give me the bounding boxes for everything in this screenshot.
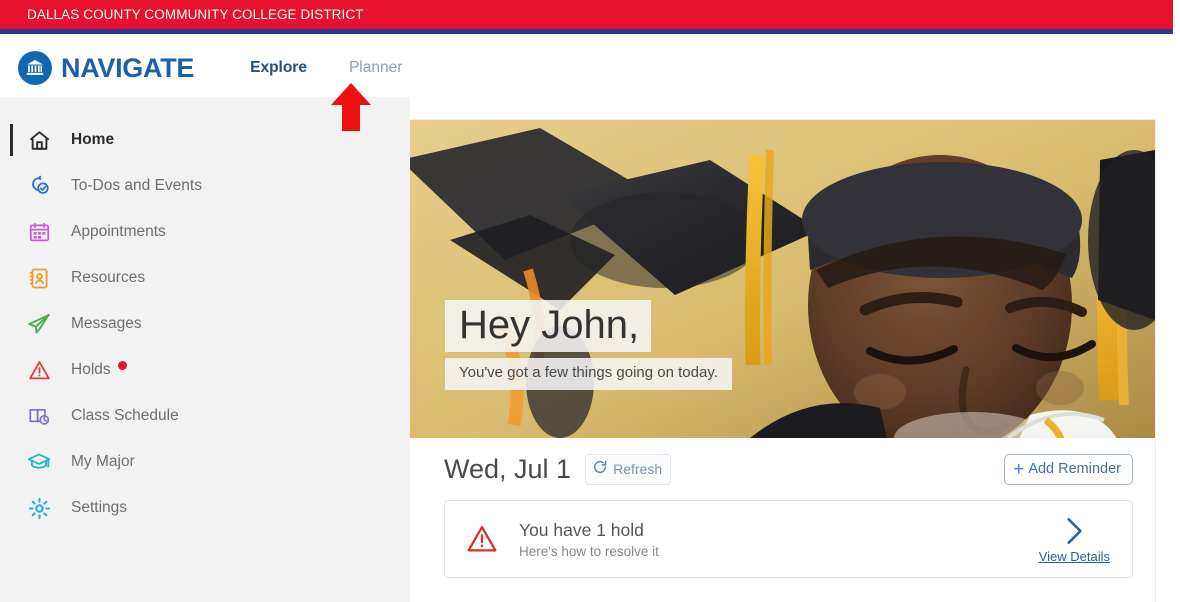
sidebar-item-label: To-Dos and Events [71,177,202,195]
paper-plane-icon [24,309,54,339]
current-date-label: Wed, Jul 1 [444,454,571,485]
sidebar-item-label: Holds [71,361,127,379]
sidebar-item-home[interactable]: Home [0,117,410,163]
greeting-secondary: You've got a few things going on today. [445,358,732,390]
sidebar-item-label: Settings [71,499,127,517]
refresh-icon [592,459,608,480]
refresh-button[interactable]: Refresh [585,454,671,485]
sidebar-item-settings[interactable]: Settings [0,485,410,531]
view-details-label: View Details [1039,549,1110,564]
warning-triangle-icon [24,355,54,385]
sidebar-item-class-schedule[interactable]: Class Schedule [0,393,410,439]
calendar-icon [24,217,54,247]
hero-greeting: Hey John, You've got a few things going … [445,300,732,390]
sidebar-item-holds[interactable]: Holds [0,347,410,393]
warning-triangle-icon [465,522,505,556]
sidebar-item-appointments[interactable]: Appointments [0,209,410,255]
holds-badge-dot [118,361,127,370]
sidebar-item-label: Class Schedule [71,407,179,425]
refresh-label: Refresh [613,461,662,477]
hero-banner: Hey John, You've got a few things going … [410,120,1155,438]
sidebar: Home To-Dos and Events [0,97,410,602]
date-toolbar: Wed, Jul 1 Refresh + Add Reminder [410,438,1155,500]
sidebar-item-label: Appointments [71,223,166,241]
sidebar-item-to-dos-and-events[interactable]: To-Dos and Events [0,163,410,209]
plus-icon: + [1013,460,1024,479]
add-reminder-label: Add Reminder [1028,461,1121,477]
graduation-cap-icon [24,447,54,477]
gear-icon [24,493,54,523]
body-area: Home To-Dos and Events [0,97,1180,602]
sidebar-item-messages[interactable]: Messages [0,301,410,347]
greeting-primary: Hey John, [445,300,651,352]
active-indicator [10,124,13,156]
brand-logo-group[interactable]: NAVIGATE [0,51,194,85]
district-title: DALLAS COUNTY COMMUNITY COLLEGE DISTRICT [0,7,364,22]
app-header: NAVIGATE Explore Planner [0,39,1180,97]
main-nav: Explore Planner [250,59,402,77]
bank-building-icon [18,51,52,85]
hold-title: You have 1 hold [519,519,659,542]
page-root: DALLAS COUNTY COMMUNITY COLLEGE DISTRICT… [0,0,1180,602]
sidebar-item-label: My Major [71,453,135,471]
view-details-action[interactable]: View Details [1039,515,1110,564]
sidebar-item-resources[interactable]: Resources [0,255,410,301]
hold-text-group: You have 1 hold Here's how to resolve it [519,519,659,559]
nav-item-planner[interactable]: Planner [349,59,402,77]
home-icon [24,125,54,155]
hero-image [410,120,1155,438]
sidebar-item-label: Home [71,131,114,149]
holds-text: Holds [71,361,111,378]
chevron-right-icon [1061,515,1087,547]
hold-notification-card[interactable]: You have 1 hold Here's how to resolve it… [444,500,1133,578]
sidebar-item-my-major[interactable]: My Major [0,439,410,485]
todo-check-icon [24,171,54,201]
nav-item-explore[interactable]: Explore [250,59,307,77]
brand-name: NAVIGATE [61,53,194,84]
district-banner: DALLAS COUNTY COMMUNITY COLLEGE DISTRICT [0,0,1173,34]
sidebar-item-label: Resources [71,269,145,287]
add-reminder-button[interactable]: + Add Reminder [1004,454,1133,485]
contact-card-icon [24,263,54,293]
book-clock-icon [24,401,54,431]
main-content-card: Hey John, You've got a few things going … [410,120,1155,602]
hold-subtitle: Here's how to resolve it [519,544,659,559]
sidebar-item-label: Messages [71,315,142,333]
